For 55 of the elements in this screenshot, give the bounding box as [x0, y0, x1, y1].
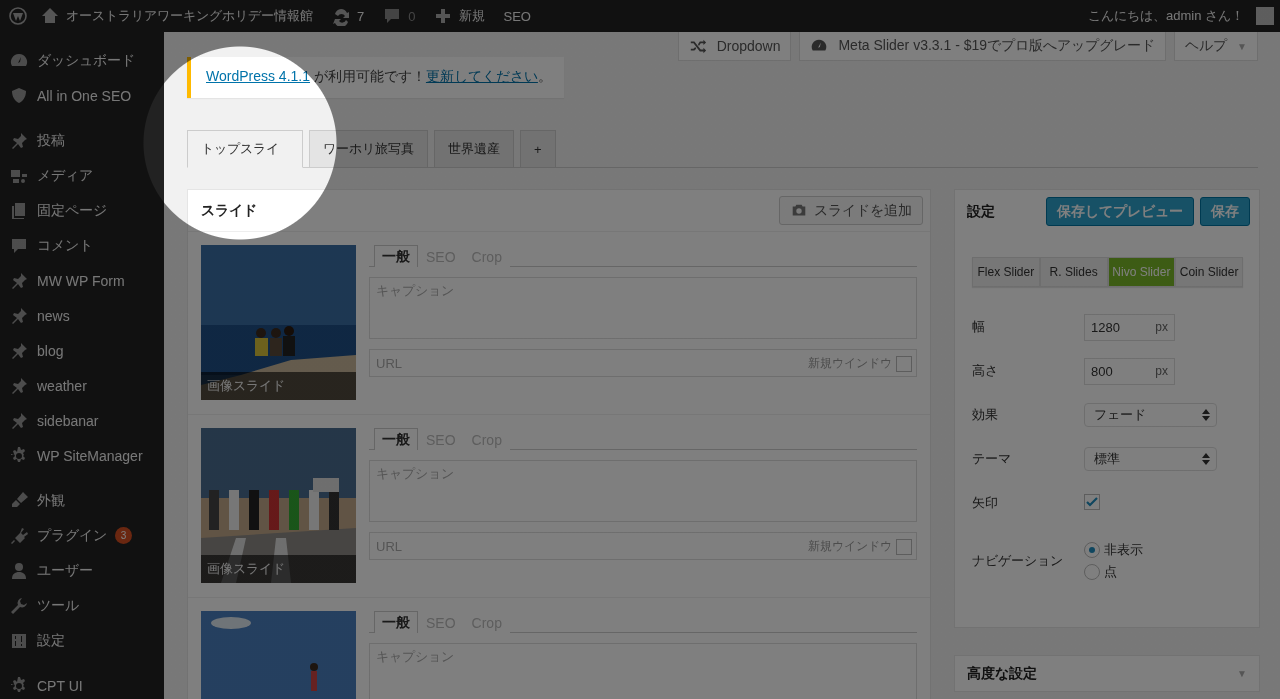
shield-icon	[9, 85, 29, 106]
sort-arrows-icon	[1202, 453, 1210, 465]
radio-button[interactable]	[1084, 542, 1100, 558]
setting-label: テーマ	[972, 450, 1012, 468]
notice-text: が利用可能です！	[312, 68, 426, 84]
notice-end: 。	[537, 68, 552, 84]
plug-icon	[9, 525, 29, 546]
slider-type-button[interactable]: Coin Slider	[1175, 257, 1243, 287]
slider-tab[interactable]: 世界遺産	[434, 130, 514, 168]
screen-meta-button[interactable]: Meta Slider v3.3.1 - $19でプロ版へアップグレード	[799, 32, 1167, 61]
panel-title: 設定	[967, 202, 996, 221]
select-field[interactable]: 標準	[1084, 447, 1217, 471]
slide-tab[interactable]: 一般	[374, 611, 418, 633]
version-link[interactable]: WordPress 4.1.1	[206, 68, 310, 84]
account-greeting[interactable]: こんにちは、admin さん！	[1081, 7, 1250, 25]
add-slide-button[interactable]: スライドを追加	[779, 196, 923, 225]
number-field[interactable]: 1280 px	[1084, 313, 1175, 341]
setting-label: 幅	[972, 318, 986, 336]
arrows-checkbox[interactable]	[1084, 494, 1100, 510]
slider-tab[interactable]: +	[520, 130, 556, 168]
site-name-link[interactable]: オーストラリアワーキングホリデー情報館	[34, 6, 319, 26]
seo-link[interactable]: SEO	[497, 8, 537, 24]
screen-meta-button[interactable]: Dropdown	[677, 32, 792, 61]
count-badge: 3	[115, 527, 132, 544]
refresh-icon	[331, 6, 351, 26]
updates-link[interactable]: 7	[325, 6, 371, 26]
slider-tab[interactable]: ワーホリ旅写真	[309, 130, 428, 168]
home-icon	[40, 6, 60, 26]
setting-label: 高さ	[972, 362, 999, 380]
number-field[interactable]: 800 px	[1084, 357, 1175, 385]
new-link[interactable]: 新規	[427, 6, 492, 26]
slider-type-button[interactable]: Flex Slider	[972, 257, 1040, 287]
save-preview-button[interactable]: 保存してプレビュー	[1046, 197, 1194, 226]
screen-meta-button[interactable]: ヘルプ ▼	[1174, 32, 1258, 61]
save-button[interactable]: 保存	[1200, 197, 1250, 226]
radio-label: 点	[1104, 563, 1117, 581]
slide-tab[interactable]: 一般	[374, 428, 418, 450]
sort-arrows-icon	[1202, 409, 1210, 421]
setting-label: 矢印	[972, 494, 999, 512]
wrench-icon	[9, 595, 29, 616]
panel-title: 高度な設定	[967, 664, 1037, 683]
avatar-icon	[1256, 7, 1274, 25]
radio-button[interactable]	[1084, 564, 1100, 580]
select-field[interactable]: フェード	[1084, 403, 1217, 427]
setting-label: 効果	[972, 406, 999, 424]
radio-label: 非表示	[1104, 541, 1143, 559]
shuffle-icon	[688, 37, 707, 55]
update-link[interactable]: 更新してください	[425, 68, 538, 84]
user-icon	[9, 560, 29, 581]
wordpress-logo-icon	[8, 6, 28, 26]
slider-tab[interactable]: トップスライ	[187, 130, 303, 168]
slider-type-button[interactable]: R. Slides	[1039, 257, 1108, 287]
slide-tab[interactable]: 一般	[374, 245, 418, 267]
setting-label: ナビゲーション	[972, 552, 1064, 570]
panel-title: スライド	[201, 201, 257, 220]
